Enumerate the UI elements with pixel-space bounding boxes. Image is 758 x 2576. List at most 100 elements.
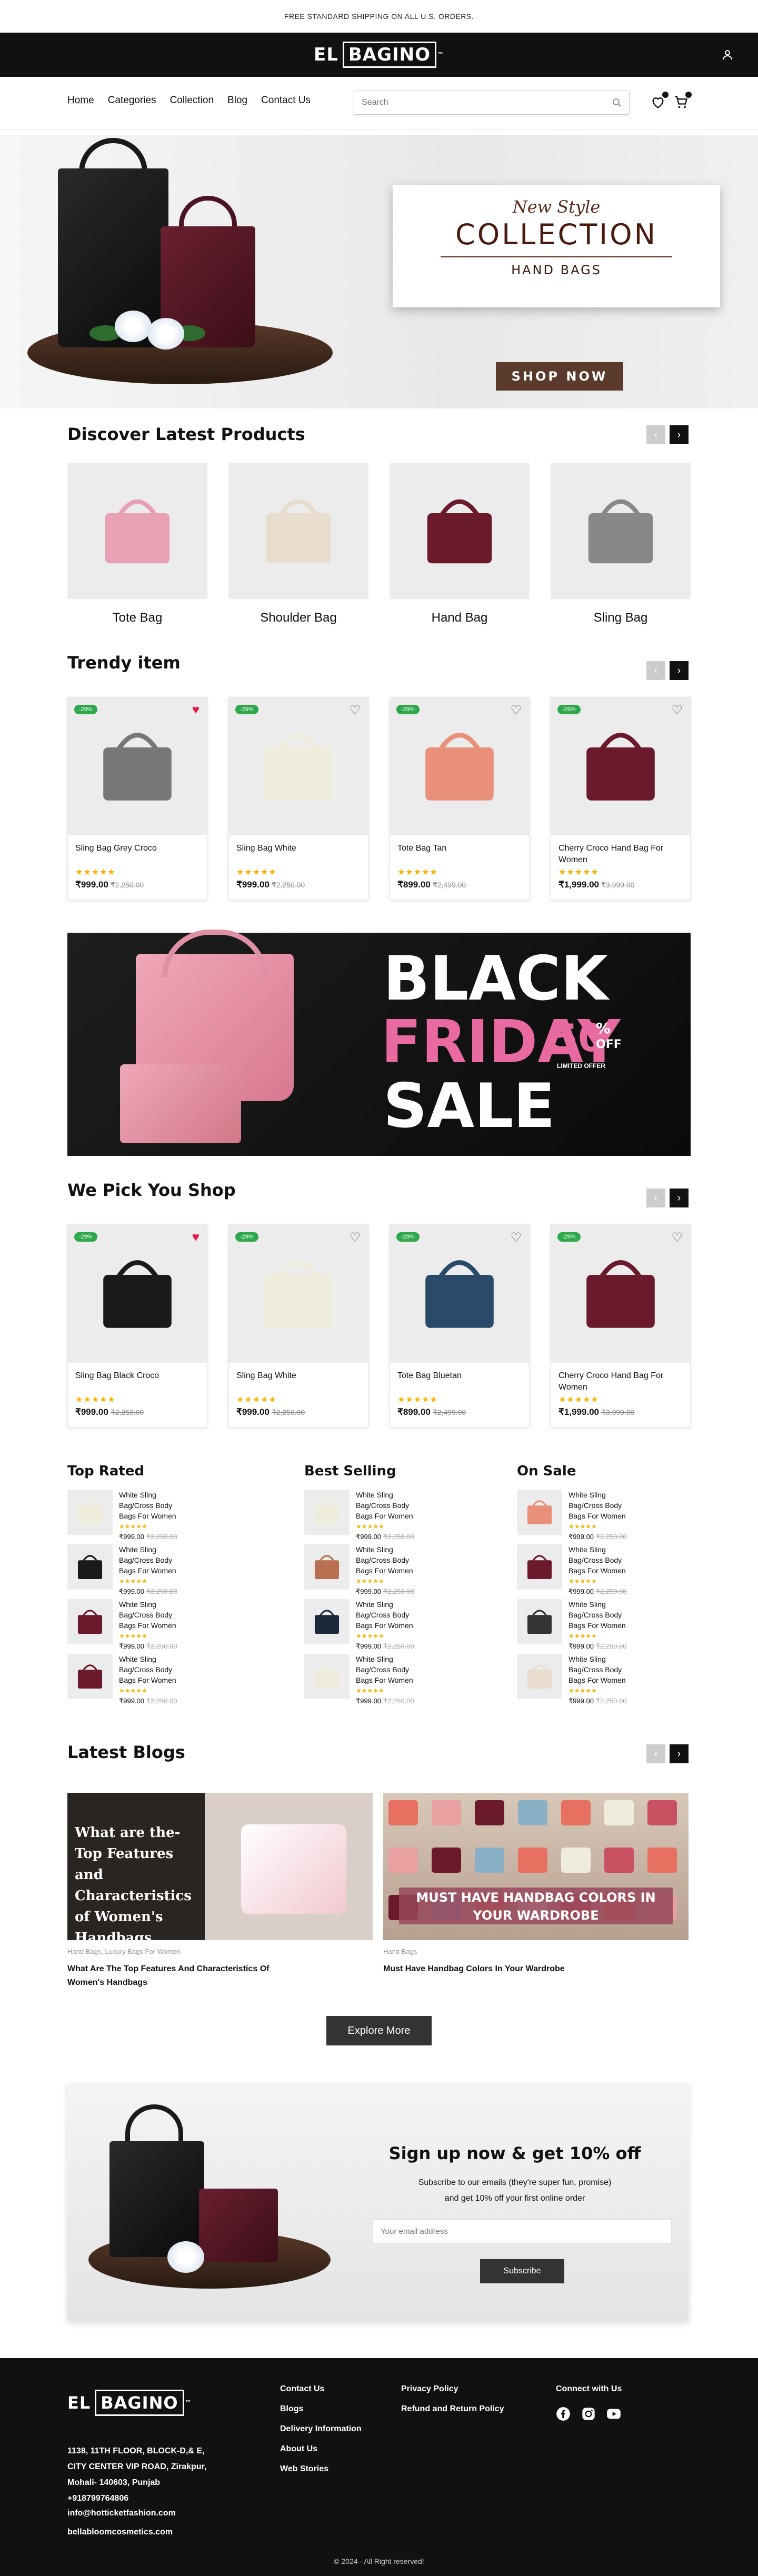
- prev-arrow-icon[interactable]: ‹: [646, 661, 665, 680]
- list-thumb[interactable]: [304, 1599, 350, 1644]
- footer-link-about[interactable]: About Us: [280, 2444, 362, 2454]
- list-thumb[interactable]: [304, 1490, 350, 1535]
- black-friday-banner[interactable]: BLACK FRIDAY SALE 50 % OFF LIMITED OFFER: [67, 930, 691, 1156]
- nav-contact-us[interactable]: Contact Us: [261, 95, 311, 106]
- wishlist-heart-icon[interactable]: ♥: [192, 703, 200, 717]
- product-card[interactable]: -29% ♥ Sling Bag Black Croco ★★★★★ ₹999.…: [67, 1224, 207, 1427]
- next-arrow-icon[interactable]: ›: [670, 1189, 689, 1207]
- footer-logo[interactable]: EL BAGINO ™: [67, 2390, 192, 2416]
- list-item[interactable]: White Sling Bag/Cross Body Bags For Wome…: [517, 1654, 637, 1706]
- product-card[interactable]: -29% ♡ Cherry Croco Hand Bag For Women ★…: [551, 1224, 691, 1427]
- search-input[interactable]: [362, 98, 612, 107]
- product-image[interactable]: -29% ♥: [68, 1225, 207, 1363]
- product-image[interactable]: -29% ♡: [551, 1225, 690, 1363]
- blog-image-2[interactable]: MUST HAVE HANDBAG COLORS IN YOUR WARDROB…: [383, 1793, 689, 1940]
- blog-image-1[interactable]: What are the- Top Features and Character…: [67, 1793, 373, 1946]
- nav-collection[interactable]: Collection: [170, 95, 214, 106]
- footer-email-2[interactable]: bellabloomcosmetics.com: [67, 2528, 173, 2537]
- category-card[interactable]: Hand Bag: [390, 463, 530, 625]
- list-thumb[interactable]: [67, 1490, 113, 1535]
- list-thumb[interactable]: [304, 1654, 350, 1699]
- list-item[interactable]: White Sling Bag/Cross Body Bags For Wome…: [517, 1490, 637, 1542]
- product-card[interactable]: -29% ♡ Tote Bag Tan ★★★★★ ₹899.00 ₹2,499.…: [390, 697, 530, 900]
- list-thumb[interactable]: [67, 1544, 113, 1590]
- list-thumb[interactable]: [517, 1654, 562, 1699]
- list-thumb[interactable]: [517, 1544, 562, 1590]
- footer-link-contact[interactable]: Contact Us: [280, 2384, 362, 2394]
- list-item[interactable]: White Sling Bag/Cross Body Bags For Wome…: [304, 1599, 424, 1652]
- category-image[interactable]: [390, 463, 530, 599]
- product-card[interactable]: -29% ♡ Sling Bag White ★★★★★ ₹999.00 ₹2,2…: [228, 1224, 368, 1427]
- category-card[interactable]: Sling Bag: [551, 463, 691, 625]
- list-item[interactable]: White Sling Bag/Cross Body Bags For Wome…: [517, 1599, 637, 1652]
- nav-blog[interactable]: Blog: [227, 95, 247, 106]
- wishlist-heart-icon[interactable]: ♡: [671, 703, 683, 718]
- next-arrow-icon[interactable]: ›: [670, 661, 689, 680]
- list-item[interactable]: White Sling Bag/Cross Body Bags For Wome…: [67, 1654, 187, 1706]
- list-item[interactable]: White Sling Bag/Cross Body Bags For Wome…: [67, 1544, 187, 1597]
- list-thumb[interactable]: [304, 1544, 350, 1590]
- list-item-name[interactable]: White Sling Bag/Cross Body Bags For Wome…: [356, 1654, 424, 1685]
- category-label[interactable]: Hand Bag: [390, 611, 530, 625]
- list-item-name[interactable]: White Sling Bag/Cross Body Bags For Wome…: [119, 1544, 187, 1576]
- footer-email-1[interactable]: info@hotticketfashion.com: [67, 2509, 176, 2518]
- footer-phone[interactable]: +918799764806: [67, 2491, 206, 2507]
- footer-link-blogs[interactable]: Blogs: [280, 2404, 362, 2414]
- list-thumb[interactable]: [67, 1654, 113, 1699]
- product-name[interactable]: Tote Bag Bluetan: [390, 1363, 529, 1394]
- prev-arrow-icon[interactable]: ‹: [646, 425, 665, 444]
- next-arrow-icon[interactable]: ›: [670, 1744, 689, 1763]
- wishlist-heart-icon[interactable]: ♡: [671, 1230, 683, 1245]
- category-label[interactable]: Sling Bag: [551, 611, 691, 625]
- category-image[interactable]: [67, 463, 207, 599]
- list-item-name[interactable]: White Sling Bag/Cross Body Bags For Wome…: [356, 1490, 424, 1521]
- cart-button[interactable]: [674, 92, 692, 109]
- category-label[interactable]: Shoulder Bag: [228, 611, 368, 625]
- nav-categories[interactable]: Categories: [108, 95, 156, 106]
- shop-now-button[interactable]: SHOP NOW: [496, 362, 623, 391]
- wishlist-heart-icon[interactable]: ♡: [510, 703, 522, 718]
- product-name[interactable]: Sling Bag Grey Croco: [68, 835, 207, 867]
- footer-link-refund[interactable]: Refund and Return Policy: [401, 2404, 504, 2414]
- list-item[interactable]: White Sling Bag/Cross Body Bags For Wome…: [67, 1599, 187, 1652]
- list-item[interactable]: White Sling Bag/Cross Body Bags For Wome…: [517, 1544, 637, 1597]
- category-image[interactable]: [551, 463, 691, 599]
- category-card[interactable]: Shoulder Bag: [228, 463, 368, 625]
- list-item-name[interactable]: White Sling Bag/Cross Body Bags For Wome…: [119, 1654, 187, 1685]
- list-item[interactable]: White Sling Bag/Cross Body Bags For Wome…: [67, 1490, 187, 1542]
- list-item-name[interactable]: White Sling Bag/Cross Body Bags For Wome…: [568, 1654, 637, 1685]
- facebook-icon[interactable]: [556, 2407, 571, 2421]
- wishlist-heart-icon[interactable]: ♡: [510, 1230, 522, 1245]
- list-item-name[interactable]: White Sling Bag/Cross Body Bags For Wome…: [356, 1544, 424, 1576]
- product-image[interactable]: -29% ♡: [551, 697, 690, 835]
- wishlist-heart-icon[interactable]: ♡: [349, 1230, 361, 1245]
- product-image[interactable]: -29% ♡: [229, 1225, 368, 1363]
- nav-home[interactable]: Home: [67, 95, 94, 106]
- email-field[interactable]: [373, 2219, 672, 2243]
- list-item[interactable]: White Sling Bag/Cross Body Bags For Wome…: [304, 1544, 424, 1597]
- user-icon[interactable]: [722, 49, 733, 60]
- list-item[interactable]: White Sling Bag/Cross Body Bags For Wome…: [304, 1654, 424, 1706]
- product-name[interactable]: Tote Bag Tan: [390, 835, 529, 867]
- brand-logo[interactable]: EL BAGINO ™: [314, 42, 444, 68]
- footer-link-delivery[interactable]: Delivery Information: [280, 2424, 362, 2434]
- product-name[interactable]: Cherry Croco Hand Bag For Women: [551, 1363, 690, 1394]
- product-card[interactable]: -29% ♡ Cherry Croco Hand Bag For Women ★…: [551, 697, 691, 900]
- product-image[interactable]: -29% ♡: [229, 697, 368, 835]
- product-name[interactable]: Cherry Croco Hand Bag For Women: [551, 835, 690, 867]
- subscribe-button[interactable]: Subscribe: [480, 2259, 564, 2283]
- list-thumb[interactable]: [67, 1599, 113, 1644]
- prev-arrow-icon[interactable]: ‹: [646, 1189, 665, 1207]
- list-item-name[interactable]: White Sling Bag/Cross Body Bags For Wome…: [119, 1490, 187, 1521]
- search-icon[interactable]: [612, 98, 622, 107]
- wishlist-heart-icon[interactable]: ♡: [349, 703, 361, 718]
- explore-more-button[interactable]: Explore More: [326, 2016, 432, 2045]
- category-label[interactable]: Tote Bag: [67, 611, 207, 625]
- wishlist-button[interactable]: [651, 92, 669, 109]
- list-item-name[interactable]: White Sling Bag/Cross Body Bags For Wome…: [356, 1599, 424, 1631]
- next-arrow-icon[interactable]: ›: [670, 425, 689, 444]
- list-thumb[interactable]: [517, 1490, 562, 1535]
- product-name[interactable]: Sling Bag White: [229, 1363, 368, 1394]
- list-item-name[interactable]: White Sling Bag/Cross Body Bags For Wome…: [568, 1544, 637, 1576]
- list-item-name[interactable]: White Sling Bag/Cross Body Bags For Wome…: [568, 1490, 637, 1521]
